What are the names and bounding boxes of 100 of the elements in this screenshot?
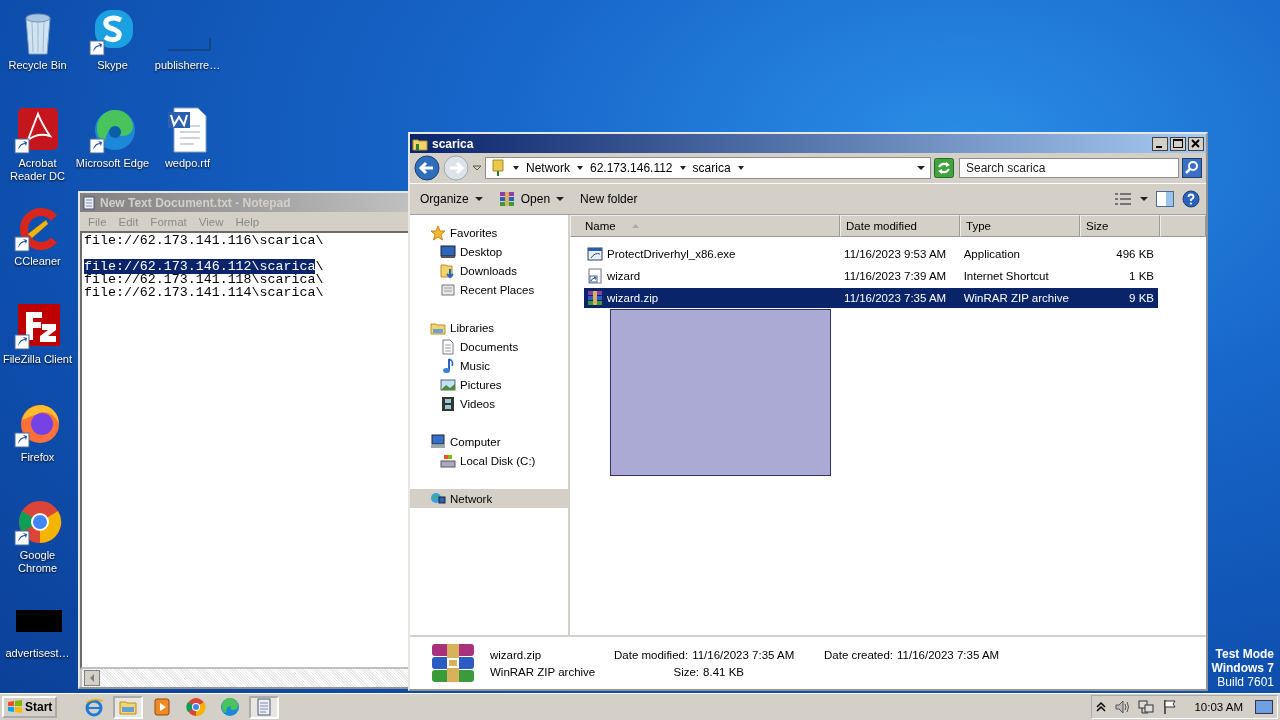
date-cell-text: 11/16/2023 7:39 AM [843, 270, 948, 282]
breadcrumb[interactable]: Network [526, 161, 570, 175]
chevron-icon [678, 164, 687, 172]
column-header[interactable]: Type [960, 215, 1080, 237]
preview-pane-icon[interactable] [1156, 191, 1174, 207]
nav-item[interactable]: Videos [410, 394, 568, 413]
file-row[interactable]: wizard 11/16/2023 7:39 AM Internet Shortcut 1 KB [584, 266, 1158, 286]
film-icon [440, 395, 456, 412]
system-notice: Test Mode [1214, 647, 1274, 661]
column-header[interactable]: Date modified [840, 215, 960, 237]
sort-icon [631, 223, 639, 229]
taskbar-button[interactable] [113, 695, 144, 719]
field-value: 11/16/2023 7:35 AM [897, 648, 1000, 661]
speaker-icon[interactable] [1114, 699, 1131, 715]
nav-item[interactable]: Computer [410, 432, 568, 451]
toolbar-button[interactable]: Open [494, 189, 569, 209]
taskbar-button[interactable] [249, 695, 280, 719]
icon-label[interactable]: Google Chrome [0, 549, 75, 575]
file-name: wizard.zip [607, 292, 659, 304]
disk-icon [440, 452, 456, 469]
file-name: ProtectDriverhyl_x86.exe [607, 248, 736, 260]
file-row[interactable]: wizard.zip 11/16/2023 7:35 AM WinRAR ZIP archive 9 KB [584, 288, 1158, 308]
media-player-icon [152, 697, 173, 717]
system-notice: Windows 7 [1211, 661, 1274, 675]
nav-item[interactable]: Network [410, 489, 568, 508]
icon-label[interactable]: Acrobat Reader DC [0, 157, 75, 183]
icon-label[interactable]: Microsoft Edge [75, 157, 150, 170]
file-name: wizard.zip [490, 648, 543, 661]
chevron-icon [512, 164, 520, 172]
nav-item[interactable]: Local Disk (C:) [410, 451, 568, 470]
breadcrumb[interactable]: 62.173.146.112 [590, 161, 673, 175]
picture-icon [440, 376, 456, 393]
chevron-icon [736, 164, 745, 172]
caret-icon [556, 195, 565, 203]
notepad-icon [82, 195, 96, 210]
type-cell-text: WinRAR ZIP archive [962, 292, 1070, 304]
show-desktop-icon[interactable] [1255, 699, 1273, 715]
shortcut-icon [587, 268, 603, 284]
text-line: file://62.173.141.116\scarica\ [84, 233, 324, 248]
back-icon[interactable] [414, 155, 440, 181]
archive-icon [498, 191, 515, 207]
file-name: wizard [607, 270, 641, 282]
flag-icon[interactable] [1162, 699, 1179, 715]
recent-places-icon [440, 281, 456, 298]
view-options-icon[interactable] [1114, 192, 1132, 206]
breadcrumb[interactable]: scarica [692, 161, 731, 175]
ftp-icon[interactable] [13, 302, 62, 350]
browser-icon [186, 697, 207, 717]
start-button[interactable]: Start [2, 696, 58, 718]
download-folder-icon [440, 262, 456, 279]
windows-logo-icon [7, 699, 23, 715]
nav-item[interactable]: Favorites [410, 223, 568, 242]
search-field[interactable]: Search scarica [959, 158, 1179, 178]
column-header[interactable]: Size [1080, 215, 1160, 237]
text-line-end: \ [315, 259, 324, 274]
column-header[interactable]: Name [570, 215, 840, 237]
scroll-left-icon[interactable] [84, 670, 100, 686]
network-icon[interactable] [1138, 699, 1155, 715]
nav-item[interactable]: Music [410, 356, 568, 375]
caret-icon[interactable] [1140, 195, 1148, 203]
archive-icon [430, 643, 476, 683]
nav-item[interactable]: Downloads [410, 261, 568, 280]
clock[interactable]: 10:03 AM [1194, 701, 1243, 713]
dropdown-icon[interactable] [916, 163, 926, 173]
icon-label[interactable]: publisherre… [154, 59, 221, 72]
toolbar-button[interactable]: New folder [576, 190, 642, 208]
size-cell-text: 496 KB [1115, 248, 1155, 260]
icon-label[interactable]: advertisest… [5, 647, 70, 660]
field-label: Size: [673, 665, 700, 678]
text-area[interactable]: file://62.173.141.116\scarica\ file://62.173.146.112\scarica\ file://62.173.141.118\scarica\ file://62.173.141.114\scarica\ [80, 231, 410, 669]
icon-label[interactable]: Firefox [20, 451, 55, 464]
chevron-up-icon[interactable] [1096, 701, 1107, 713]
refresh-icon[interactable] [934, 158, 954, 178]
maximize-icon[interactable] [1170, 136, 1186, 151]
icon-label[interactable]: Skype [97, 59, 128, 72]
toolbar-button[interactable]: Organize [416, 190, 487, 208]
star-icon [430, 224, 446, 241]
horizontal-scrollbar[interactable] [80, 669, 410, 687]
browser-icon[interactable] [13, 498, 62, 546]
help-icon[interactable] [1182, 190, 1200, 208]
chevron-icon [576, 164, 584, 172]
address-bar[interactable]: Network 62.173.146.112 scarica [485, 157, 931, 179]
browser-icon [220, 697, 241, 717]
icon-label[interactable]: CCleaner [14, 255, 61, 268]
icon-label[interactable]: Recycle Bin [8, 59, 67, 72]
file-row[interactable]: ProtectDriverhyl_x86.exe 11/16/2023 9:53 AM Application 496 KB [584, 244, 1158, 264]
icon-label[interactable]: FileZilla Client [2, 353, 73, 366]
music-note-icon [440, 357, 456, 374]
close-icon[interactable] [1188, 136, 1204, 151]
nav-item[interactable]: Desktop [410, 242, 568, 261]
document-icon [440, 338, 456, 355]
minimize-icon[interactable] [1152, 136, 1168, 151]
field-label: Date modified: [614, 648, 689, 661]
nav-item[interactable]: Pictures [410, 375, 568, 394]
text-line: file://62.173.141.114\scarica\ [84, 285, 324, 300]
nav-item[interactable]: Recent Places [410, 280, 568, 299]
icon-label[interactable]: wedpo.rtf [164, 157, 211, 170]
nav-item[interactable]: Libraries [410, 318, 568, 337]
nav-item[interactable]: Documents [410, 337, 568, 356]
search-icon[interactable] [1182, 158, 1202, 178]
